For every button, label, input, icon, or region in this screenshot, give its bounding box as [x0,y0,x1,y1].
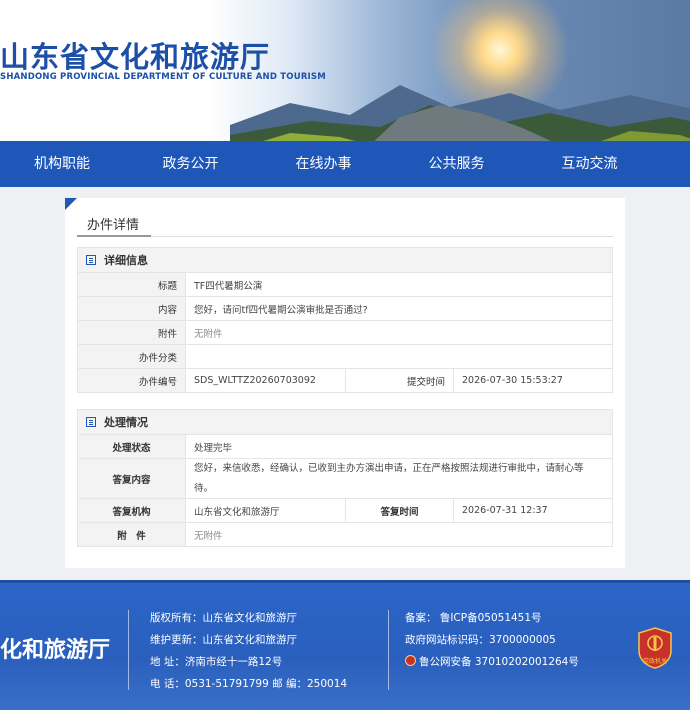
detail-row-attachment: 附件 无附件 [77,321,613,345]
detail-row-title: 标题 TF四代暑期公演 [77,273,613,297]
field-label: 答复机构 [78,499,186,522]
field-value [186,345,194,368]
field-value: 您好，请问tf四代暑期公演审批是否通过? [194,304,368,316]
header-banner: 山东省文化和旅游厅 SHANDONG PROVINCIAL DEPARTMENT… [0,0,690,141]
contact-text: 电 话：0531-51791799 邮 编：250014 [150,678,348,690]
copyright-text: 版权所有：山东省文化和旅游厅 [150,612,297,624]
field-label: 附 件 [78,523,186,546]
site-title[interactable]: 山东省文化和旅游厅 [0,34,270,76]
footer-logo: 化和旅游厅 [0,638,111,663]
police-badge-icon [405,655,416,666]
field-value: 山东省文化和旅游厅 [186,499,346,522]
list-icon [86,255,96,265]
footer: 化和旅游厅 版权所有：山东省文化和旅游厅 维护更新：山东省文化和旅游厅 地 址：… [0,580,690,710]
field-value: 2026-07-31 12:37 [462,505,548,516]
field-value: 2026-07-30 15:53:27 [462,375,563,386]
badge-text: 党政机关 [643,657,667,665]
detail-section-header: 详细信息 [77,247,613,273]
detail-row-number: 办件编号 SDS_WLTTZ20260703092 提交时间 2026-07-3… [77,369,613,393]
nav-item-government-affairs[interactable]: 政务公开 [124,141,257,187]
footer-divider [128,610,129,690]
main-nav: 机构职能 政务公开 在线办事 公共服务 互动交流 [0,141,690,187]
site-subtitle: SHANDONG PROVINCIAL DEPARTMENT OF CULTUR… [0,72,326,82]
icp-link[interactable]: 备案： 鲁ICP备05051451号 [405,607,579,629]
field-label: 办件分类 [78,345,186,368]
field-value: TF四代暑期公演 [194,280,263,292]
police-record-text: 鲁公网安备 37010202001264号 [419,656,579,668]
field-value: 处理完毕 [194,442,233,454]
detail-row-content: 内容 您好，请问tf四代暑期公演审批是否通过? [77,297,613,321]
police-record-link[interactable]: 鲁公网安备 37010202001264号 [405,651,579,673]
process-section-header: 处理情况 [77,409,613,435]
field-label: 答复内容 [78,459,186,498]
party-government-badge-icon[interactable]: 党政机关 [637,627,673,669]
nav-item-online-services[interactable]: 在线办事 [257,141,390,187]
mountain-landscape-image [230,85,690,141]
case-detail-card: 办件详情 详细信息 标题 TF四代暑期公演 内容 您好，请问tf四代暑期公演审批… [65,198,625,568]
footer-registration-column: 备案： 鲁ICP备05051451号 政府网站标识码：3700000005 鲁公… [405,607,579,673]
field-value: 无附件 [194,530,223,542]
list-icon [86,417,96,427]
process-row-attachment: 附 件 无附件 [77,523,613,547]
nav-item-institution[interactable]: 机构职能 [0,141,124,187]
section-label: 处理情况 [104,416,148,429]
field-value: 您好，来信收悉，经确认，已收到主办方演出申请，正在严格按照法规进行审批中，请耐心… [194,462,584,494]
section-label: 详细信息 [104,254,148,267]
site-code-text: 政府网站标识码：3700000005 [405,634,556,646]
divider [77,236,613,237]
corner-decoration [65,198,77,210]
field-label: 提交时间 [346,369,454,392]
footer-top-border [0,580,690,583]
maintainer-text: 维护更新：山东省文化和旅游厅 [150,634,297,646]
process-row-status: 处理状态 处理完毕 [77,435,613,459]
field-label: 标题 [78,273,186,296]
field-label: 办件编号 [78,369,186,392]
process-row-org: 答复机构 山东省文化和旅游厅 答复时间 2026-07-31 12:37 [77,499,613,523]
footer-info-column: 版权所有：山东省文化和旅游厅 维护更新：山东省文化和旅游厅 地 址：济南市经十一… [150,607,347,695]
nav-item-public-services[interactable]: 公共服务 [390,141,523,187]
field-label: 附件 [78,321,186,344]
process-row-reply: 答复内容 您好，来信收悉，经确认，已收到主办方演出申请，正在严格按照法规进行审批… [77,459,613,499]
detail-row-category: 办件分类 [77,345,613,369]
field-value: SDS_WLTTZ20260703092 [186,369,346,392]
field-label: 处理状态 [78,435,186,458]
address-text: 地 址：济南市经十一路12号 [150,656,283,668]
nav-item-interaction[interactable]: 互动交流 [523,141,656,187]
field-label: 内容 [78,297,186,320]
field-label: 答复时间 [346,499,454,522]
card-title: 办件详情 [87,218,140,233]
footer-divider [388,610,389,690]
field-value: 无附件 [194,328,223,340]
title-underline [77,235,151,237]
